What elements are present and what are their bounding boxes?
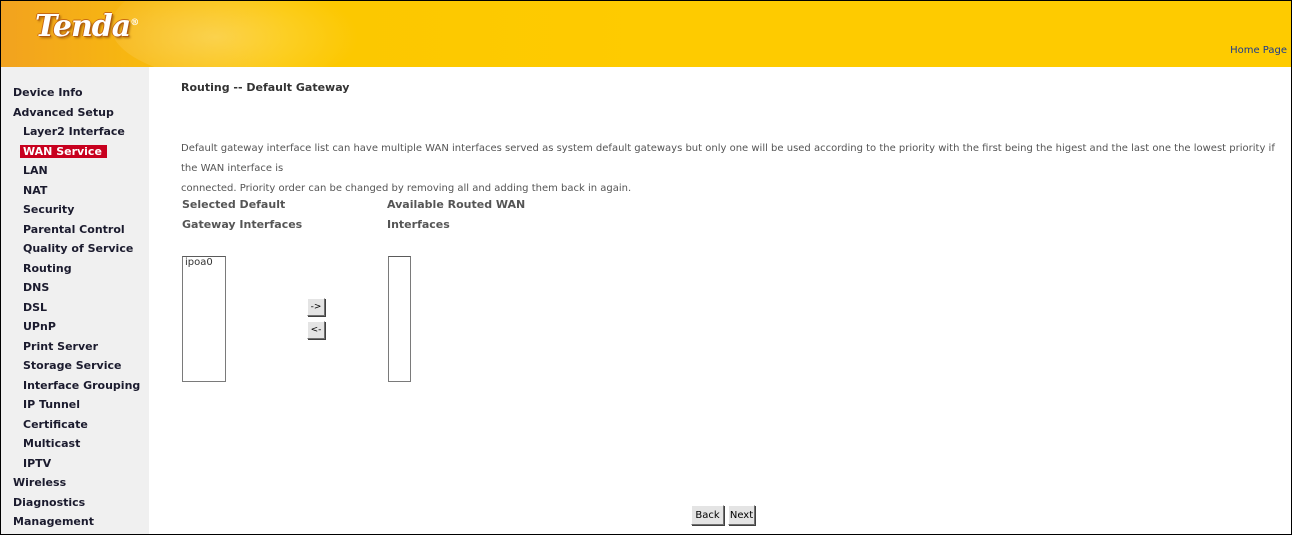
sidebar-item-label: Certificate — [23, 417, 88, 431]
sidebar-item-upnp[interactable]: UPnP — [1, 317, 149, 337]
sidebar-item-quality-of-service[interactable]: Quality of Service — [1, 239, 149, 259]
available-wan-listbox[interactable] — [388, 256, 411, 382]
move-right-button[interactable]: -> — [307, 298, 325, 316]
sidebar-item-label: Quality of Service — [23, 242, 134, 255]
sidebar-item-wireless[interactable]: Wireless — [1, 473, 149, 493]
sidebar-item-label: IPTV — [23, 456, 52, 470]
logo-text: Tenda — [35, 9, 131, 44]
sidebar-item-advanced-setup[interactable]: Advanced Setup — [1, 103, 149, 123]
sidebar-item-label: Routing — [23, 261, 72, 275]
available-wan-label: Available Routed WAN Interfaces — [387, 195, 525, 235]
selected-gateways-listbox[interactable]: ipoa0 — [182, 256, 226, 382]
sidebar-item-dsl[interactable]: DSL — [1, 298, 149, 318]
selected-label-line-2: Gateway Interfaces — [182, 218, 303, 231]
sidebar-item-security[interactable]: Security — [1, 200, 149, 220]
router-admin-window: Tenda® Home Page Device Info Advanced Set… — [0, 0, 1292, 535]
next-button[interactable]: Next — [728, 505, 755, 525]
back-button[interactable]: Back — [691, 505, 724, 525]
description-line-2: connected. Priority order can be changed… — [181, 183, 632, 194]
available-label-line-2: Interfaces — [387, 218, 450, 231]
sidebar-item-management[interactable]: Management — [1, 512, 149, 532]
sidebar-item-label: NAT — [23, 183, 48, 197]
sidebar-item-label: Advanced Setup — [13, 105, 114, 119]
sidebar-item-label: DNS — [23, 281, 50, 294]
available-label-line-1: Available Routed WAN — [387, 198, 526, 211]
sidebar-item-label: WAN Service — [20, 144, 107, 158]
description-text: Default gateway interface list can have … — [181, 139, 1285, 199]
sidebar-item-label: Interface Grouping — [23, 378, 141, 392]
sidebar-item-iptv[interactable]: IPTV — [1, 454, 149, 474]
listbox-option[interactable]: ipoa0 — [183, 257, 225, 269]
description-line-1: Default gateway interface list can have … — [181, 143, 1275, 174]
sidebar-item-certificate[interactable]: Certificate — [1, 415, 149, 435]
home-page-link[interactable]: Home Page — [1230, 45, 1287, 56]
sidebar-nav: Device Info Advanced Setup Layer2 Interfac… — [1, 83, 149, 532]
sidebar-item-label: Diagnostics — [13, 495, 86, 509]
sidebar-item-lan[interactable]: LAN — [1, 161, 149, 181]
sidebar-item-nat[interactable]: NAT — [1, 181, 149, 201]
sidebar-item-wan-service[interactable]: WAN Service — [1, 142, 149, 162]
brand-logo: Tenda® — [35, 9, 139, 44]
sidebar-item-label: DSL — [23, 300, 48, 314]
sidebar-item-label: Device Info — [13, 86, 83, 99]
sidebar-item-label: Layer2 Interface — [23, 125, 125, 138]
sidebar-item-label: Print Server — [23, 339, 99, 353]
sidebar-item-dns[interactable]: DNS — [1, 278, 149, 298]
main-content: Routing -- Default Gateway Default gatew… — [149, 67, 1291, 534]
sidebar-item-ip-tunnel[interactable]: IP Tunnel — [1, 395, 149, 415]
sidebar-item-label: Management — [13, 515, 94, 528]
sidebar-item-label: Storage Service — [23, 359, 122, 372]
sidebar-item-multicast[interactable]: Multicast — [1, 434, 149, 454]
move-left-button[interactable]: <- — [307, 321, 325, 339]
sidebar-item-storage-service[interactable]: Storage Service — [1, 356, 149, 376]
sidebar-item-diagnostics[interactable]: Diagnostics — [1, 493, 149, 513]
page-title: Routing -- Default Gateway — [181, 81, 350, 94]
sidebar-item-label: UPnP — [23, 320, 56, 333]
registered-mark: ® — [130, 18, 139, 28]
sidebar-item-label: Parental Control — [23, 222, 125, 236]
selected-label-line-1: Selected Default — [182, 198, 286, 211]
sidebar: Device Info Advanced Setup Layer2 Interfac… — [1, 67, 149, 534]
sidebar-item-label: LAN — [23, 164, 48, 177]
selected-gateways-label: Selected Default Gateway Interfaces — [182, 195, 302, 235]
sidebar-item-parental-control[interactable]: Parental Control — [1, 220, 149, 240]
sidebar-item-label: Wireless — [13, 476, 67, 489]
sidebar-item-interface-grouping[interactable]: Interface Grouping — [1, 376, 149, 396]
sidebar-item-label: Security — [23, 203, 75, 216]
header-bar: Tenda® Home Page — [1, 1, 1291, 81]
sidebar-item-label: Multicast — [23, 437, 81, 450]
sidebar-item-layer2-interface[interactable]: Layer2 Interface — [1, 122, 149, 142]
sidebar-item-routing[interactable]: Routing — [1, 259, 149, 279]
sidebar-item-print-server[interactable]: Print Server — [1, 337, 149, 357]
sidebar-item-label: IP Tunnel — [23, 398, 81, 411]
sidebar-item-device-info[interactable]: Device Info — [1, 83, 149, 103]
